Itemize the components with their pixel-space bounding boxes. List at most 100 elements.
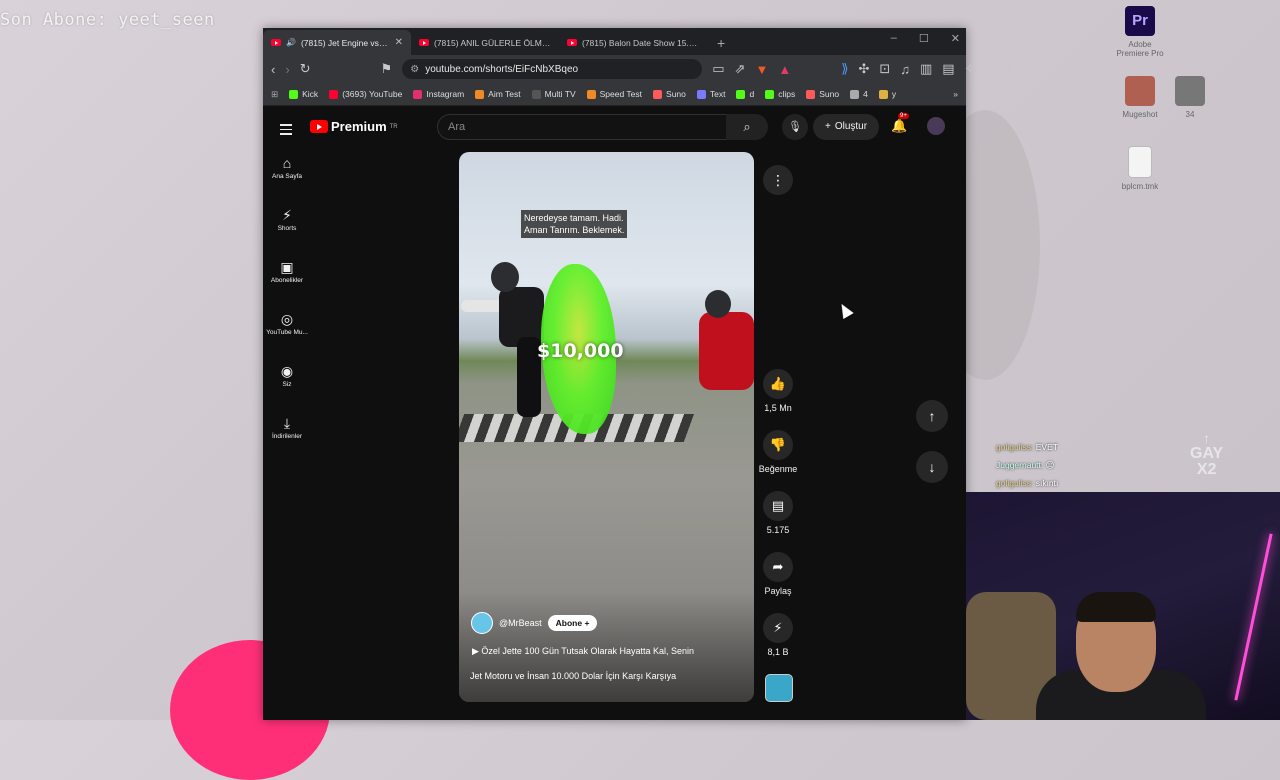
notification-badge: 9+ xyxy=(898,113,909,119)
maximize-button[interactable]: ☐ xyxy=(919,32,929,45)
bookmark-youtube[interactable]: (3693) YouTube xyxy=(329,89,402,99)
channel-avatar[interactable] xyxy=(471,612,493,634)
cast-icon[interactable]: ▭ xyxy=(712,61,724,77)
bookmark-multi-tv[interactable]: Multi TV xyxy=(531,89,576,99)
youtube-favicon-icon xyxy=(271,39,281,46)
desktop-icon-label: bplcm.tmk xyxy=(1121,182,1159,191)
desktop-icon-34[interactable]: 34 xyxy=(1163,76,1217,119)
previous-short-button[interactable]: ↑ xyxy=(916,400,948,432)
site-info-icon[interactable]: ⚙ xyxy=(410,64,419,75)
thumbs-down-icon: 👎 xyxy=(763,430,793,460)
sidebar-item-home[interactable]: ⌂ Ana Sayfa xyxy=(263,153,311,205)
account-avatar[interactable] xyxy=(927,117,945,135)
bookmark-instagram[interactable]: Instagram xyxy=(413,89,464,99)
sidebar-item-label: Shorts xyxy=(277,225,297,232)
bookmark-favicon-icon xyxy=(806,89,816,99)
plus-icon: + xyxy=(825,121,831,132)
subscriptions-icon: ▣ xyxy=(280,259,294,275)
menu-hamburger-icon[interactable] xyxy=(280,121,292,138)
share-page-icon[interactable]: ⇗ xyxy=(735,61,746,77)
apps-grid-icon[interactable]: ⊞ xyxy=(271,89,278,100)
share-button[interactable]: ➦ Paylaş xyxy=(754,552,802,596)
audio-track-thumbnail[interactable] xyxy=(765,674,793,702)
youtube-premium-logo[interactable]: Premium TR xyxy=(310,119,398,134)
desktop-icon-premiere[interactable]: Pr Adobe Premiere Pro xyxy=(1113,6,1167,58)
sidebar-item-shorts[interactable]: ⚡ Shorts xyxy=(263,205,311,257)
chat-user: Juggernautt: xyxy=(996,460,1044,470)
close-window-button[interactable]: ✕ xyxy=(951,32,960,45)
desktop-icon-mugeshot[interactable]: Mugeshot xyxy=(1113,76,1167,119)
tab-jet-engine[interactable]: 🔊 (7815) Jet Engine vs Human ✕ xyxy=(263,30,411,55)
logo-region: TR xyxy=(389,123,398,130)
sidebar-item-label: YouTube Mu... xyxy=(266,329,308,336)
bookmark-suno-2[interactable]: Suno xyxy=(806,89,839,99)
remix-button[interactable]: ⚡ 8,1 B xyxy=(754,613,802,657)
bookmark-label: Kick xyxy=(302,89,319,99)
notifications-button[interactable]: 🔔 9+ xyxy=(891,113,909,134)
reload-icon[interactable]: ↻ xyxy=(300,61,311,77)
bookmark-text[interactable]: Text xyxy=(696,89,726,99)
bookmark-clips[interactable]: clips xyxy=(765,89,795,99)
audio-icon[interactable]: 🔊 xyxy=(286,38,296,47)
search-input[interactable]: Ara xyxy=(437,114,727,140)
like-button[interactable]: 👍 1,5 Mn xyxy=(754,369,802,413)
shorts-video-player[interactable]: Neredeyse tamam. Hadi. Aman Tanrım. Bekl… xyxy=(459,152,754,702)
extensions-icon[interactable]: ✣ xyxy=(858,61,869,77)
bookmark-label: (3693) YouTube xyxy=(342,89,403,99)
tab-balon-date[interactable]: (7815) Balon Date Show 15. Bölüm - xyxy=(559,30,707,55)
sidebar-item-you[interactable]: ◉ Siz xyxy=(263,361,311,413)
new-tab-button[interactable]: + xyxy=(707,35,735,55)
brave-shield-icon[interactable]: ▼ xyxy=(755,62,768,77)
video-title-line-2[interactable]: Jet Motoru ve İnsan 10.000 Dolar İçin Ka… xyxy=(470,671,676,681)
arrow-down-icon: ↓ xyxy=(928,459,936,475)
bookmark-icon[interactable]: ⚑ xyxy=(381,61,393,77)
sidebar-item-downloads[interactable]: ⤓ İndirilenler xyxy=(263,413,311,465)
close-tab-icon[interactable]: ✕ xyxy=(395,37,403,48)
bookmark-speed-test[interactable]: Speed Test xyxy=(586,89,642,99)
chat-text: sıkıntı xyxy=(1035,478,1059,488)
channel-name[interactable]: @MrBeast xyxy=(499,618,542,628)
vpn-icon[interactable]: ⛉ xyxy=(986,61,996,77)
tab-anil-guler[interactable]: (7815) ANIL GÜLERLE ÖLMÜŞ KİŞİNİ xyxy=(411,30,559,55)
music-icon[interactable]: ♫ xyxy=(900,62,910,77)
sidebar-item-youtube-music[interactable]: ◎ YouTube Mu... xyxy=(263,309,311,361)
voice-search-button[interactable]: 🎙 xyxy=(782,114,808,140)
bookmark-4[interactable]: 4 xyxy=(850,89,868,99)
bookmark-aim-test[interactable]: Aim Test xyxy=(475,89,521,99)
more-bookmarks-icon[interactable]: » xyxy=(953,89,958,99)
bookmark-y[interactable]: y xyxy=(878,89,896,99)
menu-icon[interactable]: ≡ xyxy=(1005,62,1013,77)
sidebar-item-subscriptions[interactable]: ▣ Abonelikler xyxy=(263,257,311,309)
wallet-icon[interactable]: ▤ xyxy=(942,61,954,77)
forward-icon[interactable]: › xyxy=(285,62,289,77)
screenshot-icon[interactable]: ⊡ xyxy=(879,61,890,77)
next-short-button[interactable]: ↓ xyxy=(916,451,948,483)
mugeshot-icon xyxy=(1125,76,1155,106)
bookmark-favicon-icon xyxy=(586,89,596,99)
rider-right xyxy=(699,290,754,430)
dislike-button[interactable]: 👎 Beğenme xyxy=(754,430,802,474)
create-label: Oluştur xyxy=(834,121,868,132)
back-icon[interactable]: ‹ xyxy=(271,62,275,77)
more-options-button[interactable]: ⋮ xyxy=(763,165,793,195)
desktop-icon-file[interactable]: bplcm.tmk xyxy=(1113,146,1167,191)
search-button[interactable]: ⌕ xyxy=(726,114,768,140)
youtube-music-icon: ◎ xyxy=(280,311,294,327)
badge-line-1: GAY xyxy=(1190,445,1224,462)
translate-icon[interactable]: ⟫ xyxy=(841,61,848,77)
subscribe-button[interactable]: Abone + xyxy=(547,615,598,631)
video-title-line-1[interactable]: ▶ Özel Jette 100 Gün Tutsak Olarak Hayat… xyxy=(472,646,694,657)
comments-button[interactable]: ▤ 5.175 xyxy=(754,491,802,535)
rewards-icon[interactable]: ▲ xyxy=(778,62,791,77)
bookmark-d[interactable]: d xyxy=(736,89,754,99)
sidebar-toggle-icon[interactable]: ▥ xyxy=(920,61,932,77)
bookmark-label: Text xyxy=(709,89,726,99)
minimize-button[interactable]: – xyxy=(891,32,897,45)
address-bar[interactable]: ⚙ youtube.com/shorts/EiFcNbXBqeo xyxy=(402,59,703,79)
create-button[interactable]: + Oluştur xyxy=(813,114,880,140)
video-caption: Neredeyse tamam. Hadi. Aman Tanrım. Bekl… xyxy=(521,210,628,238)
leo-icon[interactable]: ✧ xyxy=(965,61,976,77)
bookmark-kick[interactable]: Kick xyxy=(289,89,318,99)
bookmark-label: d xyxy=(749,89,755,99)
bookmark-suno[interactable]: Suno xyxy=(653,89,686,99)
